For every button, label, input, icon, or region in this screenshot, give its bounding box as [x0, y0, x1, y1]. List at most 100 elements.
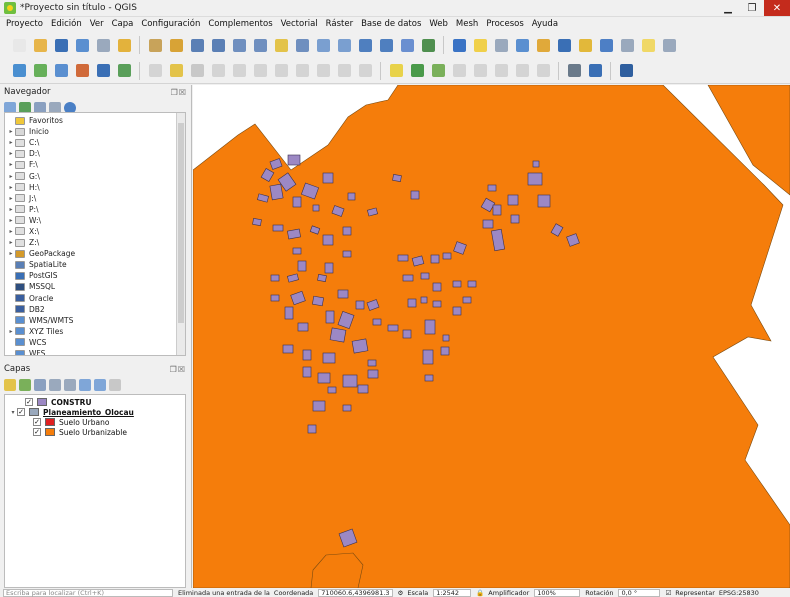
- building-feature[interactable]: [317, 372, 331, 384]
- building-feature[interactable]: [297, 322, 309, 332]
- locator-search-input[interactable]: Escriba para localizar (Ctrl+K): [3, 588, 173, 597]
- add-raster-layer-button[interactable]: [52, 62, 70, 80]
- building-feature[interactable]: [302, 366, 312, 378]
- expand-arrow-icon[interactable]: ▸: [7, 139, 15, 146]
- building-feature[interactable]: [342, 374, 358, 388]
- expand-arrow-icon[interactable]: ▸: [7, 150, 15, 157]
- new-bookmark-button[interactable]: [377, 36, 395, 54]
- rotate-label-button[interactable]: [513, 62, 531, 80]
- pin-labels-button[interactable]: [450, 62, 468, 80]
- browser-item[interactable]: ▸ Inicio: [7, 126, 185, 137]
- browser-item[interactable]: ▸ C:\: [7, 137, 185, 148]
- zoom-next-button[interactable]: [335, 36, 353, 54]
- add-group-icon[interactable]: [19, 379, 31, 391]
- zoom-last-button[interactable]: [314, 36, 332, 54]
- change-label-button[interactable]: [534, 62, 552, 80]
- zoom-in-button[interactable]: [188, 36, 206, 54]
- layers-panel-float-close-icon[interactable]: ❐☒: [170, 365, 186, 374]
- browser-item[interactable]: WMS/WMTS: [7, 315, 185, 326]
- building-feature[interactable]: [317, 274, 327, 282]
- building-feature[interactable]: [510, 214, 520, 224]
- diagram-button[interactable]: [429, 62, 447, 80]
- browser-item[interactable]: ▸ G:\: [7, 170, 185, 181]
- attribute-table-button[interactable]: [513, 36, 531, 54]
- filter-legend-icon[interactable]: [49, 379, 61, 391]
- building-feature[interactable]: [367, 369, 379, 379]
- map-tips-button[interactable]: [639, 36, 657, 54]
- redo-button[interactable]: [356, 62, 374, 80]
- scale-lock-icon[interactable]: ⚙: [398, 589, 404, 597]
- coordinate-field[interactable]: 710060.6,4396981.3: [318, 588, 393, 597]
- render-checkbox[interactable]: ☑: [665, 589, 671, 597]
- building-feature[interactable]: [397, 254, 409, 262]
- building-feature[interactable]: [462, 296, 472, 304]
- zoom-native-button[interactable]: [230, 36, 248, 54]
- add-postgis-button[interactable]: [94, 62, 112, 80]
- deselect-button[interactable]: [492, 36, 510, 54]
- building-feature[interactable]: [432, 282, 442, 292]
- building-feature[interactable]: [342, 250, 352, 258]
- building-feature[interactable]: [422, 349, 434, 365]
- building-feature[interactable]: [322, 234, 334, 246]
- sum-button[interactable]: [597, 36, 615, 54]
- building-feature[interactable]: [322, 352, 336, 364]
- expand-arrow-icon[interactable]: ▸: [7, 173, 15, 180]
- building-feature[interactable]: [270, 274, 280, 282]
- measure-button[interactable]: [618, 36, 636, 54]
- expand-arrow-icon[interactable]: ▸: [7, 217, 15, 224]
- toggle-editing-button[interactable]: [167, 62, 185, 80]
- open-project-button[interactable]: [31, 36, 49, 54]
- building-feature[interactable]: [302, 349, 312, 361]
- building-feature[interactable]: [467, 280, 477, 288]
- browser-item[interactable]: Favoritos: [7, 115, 185, 126]
- menu-procesos[interactable]: Procesos: [486, 19, 523, 29]
- new-map-view-button[interactable]: [356, 36, 374, 54]
- copy-features-button[interactable]: [293, 62, 311, 80]
- expand-arrow-icon[interactable]: ▸: [7, 328, 15, 335]
- manage-map-themes-icon[interactable]: [34, 379, 46, 391]
- rotation-field[interactable]: 0,0 °: [618, 588, 661, 597]
- building-feature[interactable]: [387, 324, 399, 332]
- building-feature[interactable]: [452, 280, 462, 288]
- building-feature[interactable]: [440, 346, 450, 356]
- delete-selected-button[interactable]: [251, 62, 269, 80]
- building-feature[interactable]: [292, 196, 302, 208]
- building-feature[interactable]: [507, 194, 519, 206]
- building-feature[interactable]: [527, 172, 543, 186]
- expand-arrow-icon[interactable]: ▸: [7, 195, 15, 202]
- building-feature[interactable]: [407, 298, 417, 308]
- save-as-button[interactable]: [73, 36, 91, 54]
- building-feature[interactable]: [287, 228, 301, 240]
- gps-button[interactable]: [565, 62, 583, 80]
- paste-features-button[interactable]: [314, 62, 332, 80]
- building-feature[interactable]: [442, 252, 452, 260]
- menu-configuraci-n[interactable]: Configuración: [141, 19, 200, 29]
- building-feature[interactable]: [312, 295, 324, 307]
- layer-visibility-checkbox[interactable]: ✓: [17, 408, 25, 416]
- building-feature[interactable]: [492, 204, 502, 216]
- browser-tree[interactable]: Favoritos ▸ Inicio ▸ C:\ ▸ D:\ ▸ F:\ ▸ G:\ ▸ H:\ ▸ J:\…: [4, 112, 186, 356]
- building-feature[interactable]: [312, 204, 320, 212]
- browser-item[interactable]: ▸ H:\: [7, 182, 185, 193]
- building-feature[interactable]: [292, 247, 302, 255]
- building-feature[interactable]: [297, 260, 307, 272]
- identify-button[interactable]: [450, 36, 468, 54]
- print-layout-button[interactable]: [94, 36, 112, 54]
- select-features-button[interactable]: [471, 36, 489, 54]
- menu-web[interactable]: Web: [429, 19, 448, 29]
- show-bookmarks-button[interactable]: [398, 36, 416, 54]
- refresh-button[interactable]: [419, 36, 437, 54]
- expand-arrow-icon[interactable]: ▸: [7, 184, 15, 191]
- maximize-button[interactable]: ❐: [740, 0, 764, 16]
- building-feature[interactable]: [287, 154, 301, 166]
- building-feature[interactable]: [337, 289, 349, 299]
- building-feature[interactable]: [322, 172, 334, 184]
- open-styling-icon[interactable]: [4, 379, 16, 391]
- panel-float-close-icon[interactable]: ❐☒: [171, 88, 187, 97]
- layer-visibility-checkbox[interactable]: ✓: [33, 428, 41, 436]
- building-feature[interactable]: [269, 183, 284, 201]
- building-feature[interactable]: [347, 192, 356, 201]
- building-feature[interactable]: [367, 359, 377, 367]
- building-feature[interactable]: [372, 318, 382, 326]
- browser-item[interactable]: ▸ J:\: [7, 193, 185, 204]
